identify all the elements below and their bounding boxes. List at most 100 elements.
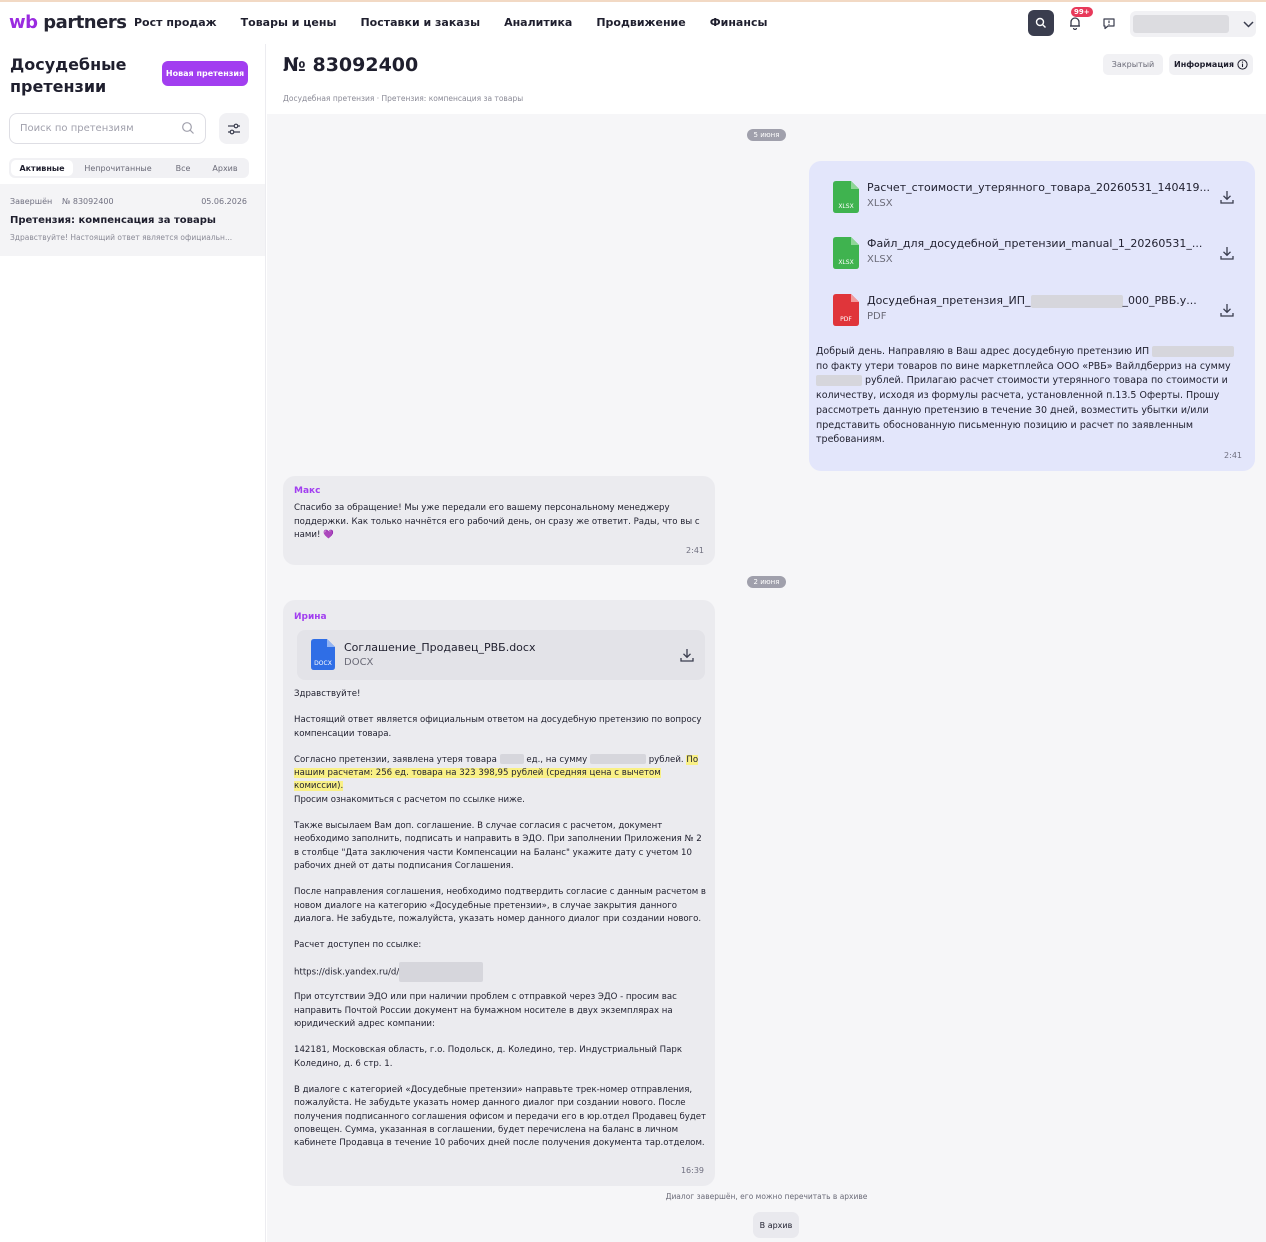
filter-sliders-icon [228, 123, 240, 134]
nav-promotion[interactable]: Продвижение [596, 16, 685, 29]
yandex-disk-link[interactable]: https://disk.yandex.ru/d/ [294, 968, 399, 978]
attachment-file[interactable]: XLSX Расчет_стоимости_утерянного_товара_… [817, 172, 1247, 222]
page-title: № 83092400 [283, 54, 419, 76]
account-name-redacted [1133, 15, 1229, 33]
search-icon [1035, 17, 1046, 28]
claim-title: Претензия: компенсация за товары [10, 215, 216, 226]
svg-text:XLSX: XLSX [838, 259, 853, 266]
paragraph-7: 142181, Московская область, г.о. Подольс… [294, 1045, 683, 1069]
account-selector[interactable] [1130, 11, 1256, 37]
svg-text:DOCX: DOCX [314, 660, 332, 667]
outgoing-message-text: Добрый день. Направляю в Ваш адрес досуд… [816, 345, 1244, 448]
claims-sidebar: Досудебные претензии Новая претензия Пои… [0, 44, 266, 1242]
claim-detail: № 83092400 Закрытый Информация Досудебна… [267, 44, 1266, 1242]
file-name: Досудебная_претензия_ИП_ _000_РВБ.у... [867, 294, 1213, 308]
nav-growth[interactable]: Рост продаж [134, 16, 217, 29]
p2-c: рублей. [648, 754, 684, 765]
info-button[interactable]: Информация [1169, 54, 1253, 75]
search-placeholder: Поиск по претензиям [20, 123, 134, 134]
message-time: 2:41 [686, 546, 704, 555]
top-bar: wb partners Рост продаж Товары и цены По… [0, 0, 1266, 44]
download-icon[interactable] [1219, 245, 1235, 261]
claims-search-input[interactable]: Поиск по претензиям [9, 113, 206, 144]
attachment-file[interactable]: PDF Досудебная_претензия_ИП_ _000_РВБ.у..… [817, 285, 1247, 335]
breadcrumb: Досудебная претензия · Претензия: компен… [283, 94, 524, 103]
tab-active[interactable]: Активные [11, 160, 73, 176]
xlsx-file-icon: XLSX [833, 181, 859, 213]
p2-a: Согласно претензии, заявлена утеря товар… [294, 754, 497, 765]
paragraph-2: Согласно претензии, заявлена утеря товар… [294, 754, 708, 807]
info-button-label: Информация [1174, 60, 1234, 69]
info-circle-icon [1237, 59, 1248, 70]
date-separator: 5 июня [747, 129, 786, 141]
message-text: Здравствуйте! Настоящий ответ является о… [294, 688, 708, 1150]
redacted-block [1030, 294, 1123, 308]
tab-unread[interactable]: Непрочитанные [73, 160, 163, 176]
msg-text-3: рублей. Прилагаю расчет стоимости утерян… [816, 375, 1228, 446]
notification-badge: 99+ [1071, 7, 1093, 17]
redacted-block [1152, 346, 1235, 357]
attachment-file[interactable]: XLSX Файл_для_досудебной_претензии_manua… [817, 228, 1247, 278]
file-extension: XLSX [867, 254, 893, 265]
paragraph-6: При отсутствии ЭДО или при наличии пробл… [294, 992, 677, 1030]
svg-text:PDF: PDF [840, 316, 852, 323]
svg-text:XLSX: XLSX [838, 203, 853, 210]
outgoing-message: XLSX Расчет_стоимости_утерянного_товара_… [809, 161, 1255, 471]
archive-button[interactable]: В архив [753, 1212, 799, 1238]
paragraph-5: Расчет доступен по ссылке: [294, 940, 422, 951]
redacted-block [589, 754, 646, 765]
pdf-file-icon: PDF [833, 294, 859, 326]
redacted-block [399, 962, 484, 983]
attachment-file[interactable]: DOCX Соглашение_Продавец_РВБ.docx DOCX [297, 630, 705, 680]
nav-goods-prices[interactable]: Товары и цены [241, 16, 337, 29]
incoming-message: Ирина DOCX Соглашение_Продавец_РВБ.docx … [283, 600, 715, 1186]
filter-button[interactable] [219, 113, 249, 144]
redacted-block [499, 754, 524, 765]
nav-analytics[interactable]: Аналитика [504, 16, 572, 29]
p2-d: Просим ознакомиться с расчетом по ссылке… [294, 794, 525, 805]
message-time: 2:41 [1224, 451, 1242, 460]
chat-bubble-icon [1103, 18, 1115, 30]
download-icon[interactable] [1219, 189, 1235, 205]
greeting: Здравствуйте! [294, 689, 361, 699]
wb-partners-logo[interactable]: wb partners [9, 12, 127, 33]
file-extension: PDF [867, 311, 887, 322]
chat-area: 5 июня XLSX Расчет_стоимости_утерянного_… [267, 114, 1266, 1242]
nav-finance[interactable]: Финансы [710, 16, 768, 29]
file-name-part-a: Досудебная_претензия_ИП_ [867, 294, 1031, 307]
tab-archive[interactable]: Архив [203, 160, 247, 176]
nav-supplies-orders[interactable]: Поставки и заказы [360, 16, 480, 29]
link-line: https://disk.yandex.ru/d/ [294, 962, 708, 983]
dialog-closed-note: Диалог завершён, его можно перечитать в … [665, 1192, 868, 1201]
chat-support-button[interactable] [1096, 10, 1122, 36]
message-text: Спасибо за обращение! Мы уже передали ег… [294, 503, 700, 540]
file-extension: XLSX [867, 198, 893, 209]
paragraph-8: В диалоге с категорией «Досудебные прете… [294, 1084, 707, 1149]
msg-text-2: по факту утери товаров по вине маркетпле… [816, 360, 1231, 372]
claims-tabs: Активные Непрочитанные Все Архив [9, 158, 249, 178]
search-icon [182, 122, 194, 134]
file-name: Расчет_стоимости_утерянного_товара_20260… [867, 181, 1211, 194]
msg-text-1: Добрый день. Направляю в Ваш адрес досуд… [816, 346, 1150, 357]
logo-wb: wb [9, 12, 38, 33]
claim-status: Завершён [10, 197, 53, 206]
download-icon[interactable] [1219, 302, 1235, 318]
claim-date: 05.06.2026 [201, 197, 247, 206]
chevron-down-icon [1243, 20, 1254, 28]
docx-file-icon: DOCX [311, 639, 335, 674]
logo-partners: partners [43, 12, 127, 33]
claim-preview: Здравствуйте! Настоящий ответ является о… [10, 233, 233, 242]
paragraph-4: После направления соглашения, необходимо… [294, 887, 706, 924]
sidebar-title: Досудебные претензии [10, 55, 127, 96]
redacted-block [816, 375, 862, 387]
download-icon[interactable] [679, 647, 695, 663]
message-author: Макс [294, 486, 321, 496]
xlsx-file-icon: XLSX [833, 237, 859, 269]
new-claim-button[interactable]: Новая претензия [162, 61, 248, 86]
claim-number: № 83092400 [62, 197, 114, 206]
search-button[interactable] [1028, 10, 1054, 36]
tab-all[interactable]: Все [163, 160, 203, 176]
claim-list-item[interactable]: Завершён № 83092400 05.06.2026 Претензия… [0, 184, 265, 256]
message-author: Ирина [294, 612, 327, 622]
message-time: 16:39 [680, 1166, 704, 1175]
